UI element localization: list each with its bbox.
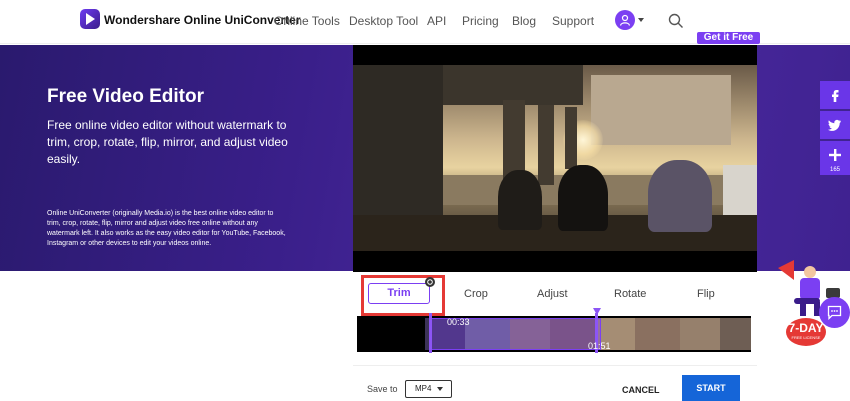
get-it-free-button[interactable]: Get it Free: [697, 32, 760, 44]
trim-timeline[interactable]: 00:33 01:51: [357, 308, 751, 353]
chevron-down-icon[interactable]: [437, 387, 443, 391]
promo-badge[interactable]: 7-DAY: [786, 318, 826, 346]
save-to-label: Save to: [367, 384, 398, 394]
chevron-down-icon[interactable]: [638, 18, 644, 22]
brand-name[interactable]: Wondershare Online UniConverter: [104, 13, 300, 27]
user-avatar-icon[interactable]: [615, 10, 635, 30]
playhead-marker[interactable]: [593, 308, 601, 315]
share-count: 165: [820, 167, 850, 175]
facebook-share-button[interactable]: [820, 81, 850, 109]
export-bar: Save to MP4 CANCEL START: [353, 365, 757, 401]
trim-end-time: 01:51: [588, 341, 611, 351]
search-icon[interactable]: [668, 13, 684, 34]
start-button[interactable]: START: [682, 375, 740, 401]
page-title: Free Video Editor: [47, 86, 204, 107]
plus-icon: [829, 149, 841, 161]
top-header: Wondershare Online UniConverter Online T…: [0, 0, 850, 44]
trim-start-handle[interactable]: [429, 313, 432, 353]
video-preview[interactable]: [353, 45, 757, 272]
nav-online-tools[interactable]: Online Tools: [274, 14, 340, 28]
nav-blog[interactable]: Blog: [512, 14, 536, 28]
chat-icon: [827, 305, 842, 320]
nav-support[interactable]: Support: [552, 14, 594, 28]
twitter-share-button[interactable]: [820, 111, 850, 139]
format-select[interactable]: MP4: [405, 380, 452, 398]
video-frame-image: [353, 65, 757, 251]
twitter-icon: [828, 119, 841, 131]
chat-button[interactable]: [819, 297, 850, 328]
facebook-icon: [832, 90, 839, 102]
nav-api[interactable]: API: [427, 14, 446, 28]
tab-adjust[interactable]: Adjust: [537, 288, 568, 300]
tab-crop[interactable]: Crop: [464, 288, 488, 300]
reset-icon[interactable]: [425, 277, 435, 287]
logo-icon[interactable]: [80, 9, 100, 29]
cancel-button[interactable]: CANCEL: [622, 385, 660, 395]
hero-subtitle: Free online video editor without waterma…: [47, 118, 288, 166]
page: Wondershare Online UniConverter Online T…: [0, 0, 850, 401]
tab-rotate[interactable]: Rotate: [614, 288, 646, 300]
video-editor-panel: Trim Crop Adjust Rotate Flip 00:33 01:51…: [353, 45, 757, 401]
promo-sub-label: FREE LICENSE: [791, 335, 821, 340]
hero-description: Online UniConverter (originally Media.io…: [47, 210, 286, 247]
tab-flip[interactable]: Flip: [697, 288, 715, 300]
trim-start-time: 00:33: [447, 317, 470, 327]
nav-desktop-tool[interactable]: Desktop Tool: [349, 14, 418, 28]
more-share-button[interactable]: [820, 141, 850, 169]
nav-pricing[interactable]: Pricing: [462, 14, 499, 28]
edit-tabs: Trim Crop Adjust Rotate Flip: [353, 272, 757, 316]
